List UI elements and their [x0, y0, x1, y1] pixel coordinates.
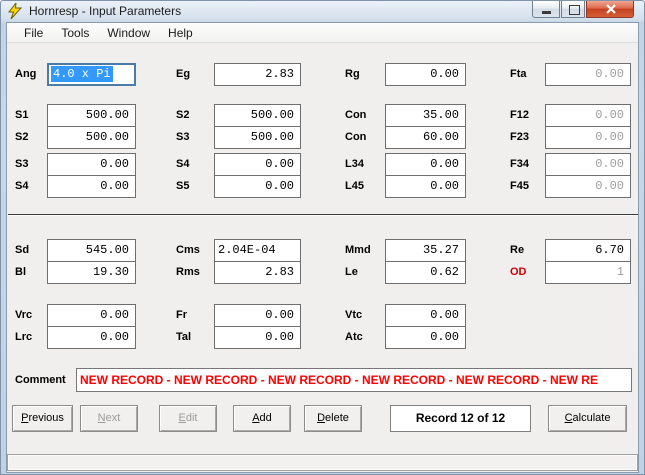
label-f12: F12 — [510, 109, 529, 121]
label-vtc: Vtc — [345, 309, 363, 321]
field-f23: 0.00 — [545, 126, 631, 149]
label-fta: Fta — [510, 68, 527, 80]
edit-button: Edit — [159, 405, 217, 432]
field-bl[interactable]: 19.30 — [47, 261, 136, 284]
label-atc: Atc — [345, 331, 363, 343]
label-s5: S5 — [176, 180, 190, 192]
maximize-icon — [569, 5, 580, 15]
field-s5[interactable]: 0.00 — [214, 175, 301, 198]
field-sd[interactable]: 545.00 — [47, 239, 136, 262]
label-lrc: Lrc — [15, 331, 33, 343]
field-lrc[interactable]: 0.00 — [47, 326, 136, 349]
label-fr: Fr — [176, 309, 187, 321]
field-le[interactable]: 0.62 — [385, 261, 466, 284]
label-bl: Bl — [15, 266, 26, 278]
field-f12: 0.00 — [545, 104, 631, 127]
menu-bar: File Tools Window Help — [7, 23, 638, 43]
field-mmd[interactable]: 35.27 — [385, 239, 466, 262]
field-s4-mid[interactable]: 0.00 — [214, 153, 301, 176]
label-s4-mid: S4 — [176, 158, 190, 170]
selected-text: 4.0 x Pi — [51, 66, 113, 82]
field-l45[interactable]: 0.00 — [385, 175, 466, 198]
field-rms[interactable]: 2.83 — [214, 261, 301, 284]
close-button[interactable] — [586, 1, 634, 18]
hornresp-window: Hornresp - Input Parameters File Tools W… — [0, 0, 645, 475]
label-s2: S2 — [15, 131, 29, 143]
field-s3[interactable]: 0.00 — [47, 153, 136, 176]
menu-window[interactable]: Window — [98, 25, 159, 41]
label-s4: S4 — [15, 180, 29, 192]
label-l45: L45 — [345, 180, 364, 192]
field-l34[interactable]: 0.00 — [385, 153, 466, 176]
field-vrc[interactable]: 0.00 — [47, 304, 136, 327]
field-s2-throat[interactable]: 500.00 — [214, 104, 301, 127]
label-vrc: Vrc — [15, 309, 33, 321]
label-ang: Ang — [15, 68, 37, 80]
field-tal[interactable]: 0.00 — [214, 326, 301, 349]
comment-label: Comment — [15, 374, 66, 386]
label-s3: S3 — [15, 158, 29, 170]
field-s1[interactable]: 500.00 — [47, 104, 136, 127]
add-button[interactable]: Add — [233, 405, 291, 432]
field-od: 1 — [545, 261, 631, 284]
close-icon — [606, 4, 616, 14]
label-s2-throat: S2 — [176, 109, 190, 121]
field-con-12[interactable]: 35.00 — [385, 104, 466, 127]
previous-button[interactable]: Previous — [12, 405, 73, 432]
menu-tools[interactable]: Tools — [52, 25, 98, 41]
field-f45: 0.00 — [545, 175, 631, 198]
record-status: Record 12 of 12 — [390, 405, 531, 432]
label-s3-mid: S3 — [176, 131, 190, 143]
field-eg[interactable]: 2.83 — [214, 63, 301, 86]
calculate-button[interactable]: Calculate — [548, 405, 627, 432]
field-cms[interactable]: 2.04E-04 — [214, 239, 301, 262]
comment-field[interactable]: NEW RECORD - NEW RECORD - NEW RECORD - N… — [76, 368, 632, 392]
label-f23: F23 — [510, 131, 529, 143]
field-fr[interactable]: 0.00 — [214, 304, 301, 327]
label-od: OD — [510, 266, 527, 278]
menu-help[interactable]: Help — [159, 25, 202, 41]
label-rms: Rms — [176, 266, 200, 278]
label-eg: Eg — [176, 68, 191, 80]
label-re: Re — [510, 244, 525, 256]
field-ang[interactable]: 4.0 x Pi — [47, 63, 136, 86]
label-sd: Sd — [15, 244, 30, 256]
lightning-bolt-icon — [7, 1, 23, 24]
label-con-23: Con — [345, 131, 367, 143]
delete-button[interactable]: Delete — [304, 405, 362, 432]
next-button: Next — [80, 405, 138, 432]
field-atc[interactable]: 0.00 — [385, 326, 466, 349]
label-s1: S1 — [15, 109, 29, 121]
field-con-23[interactable]: 60.00 — [385, 126, 466, 149]
field-rg[interactable]: 0.00 — [385, 63, 466, 86]
maximize-button[interactable] — [561, 1, 585, 18]
field-fta: 0.00 — [545, 63, 631, 86]
label-f45: F45 — [510, 180, 529, 192]
section-divider — [8, 214, 638, 216]
field-s2[interactable]: 500.00 — [47, 126, 136, 149]
field-f34: 0.00 — [545, 153, 631, 176]
field-vtc[interactable]: 0.00 — [385, 304, 466, 327]
window-title: Hornresp - Input Parameters — [29, 4, 182, 18]
menu-file[interactable]: File — [15, 25, 52, 41]
minimize-icon — [542, 11, 551, 14]
field-re[interactable]: 6.70 — [545, 239, 631, 262]
minimize-button[interactable] — [532, 1, 560, 18]
title-bar[interactable]: Hornresp - Input Parameters — [1, 1, 644, 24]
label-mmd: Mmd — [345, 244, 371, 256]
field-s3-mid[interactable]: 500.00 — [214, 126, 301, 149]
label-l34: L34 — [345, 158, 364, 170]
label-le: Le — [345, 266, 358, 278]
label-con-12: Con — [345, 109, 367, 121]
status-bar — [7, 454, 638, 471]
label-tal: Tal — [176, 331, 192, 343]
label-f34: F34 — [510, 158, 529, 170]
label-rg: Rg — [345, 68, 360, 80]
label-cms: Cms — [176, 244, 200, 256]
field-s4[interactable]: 0.00 — [47, 175, 136, 198]
